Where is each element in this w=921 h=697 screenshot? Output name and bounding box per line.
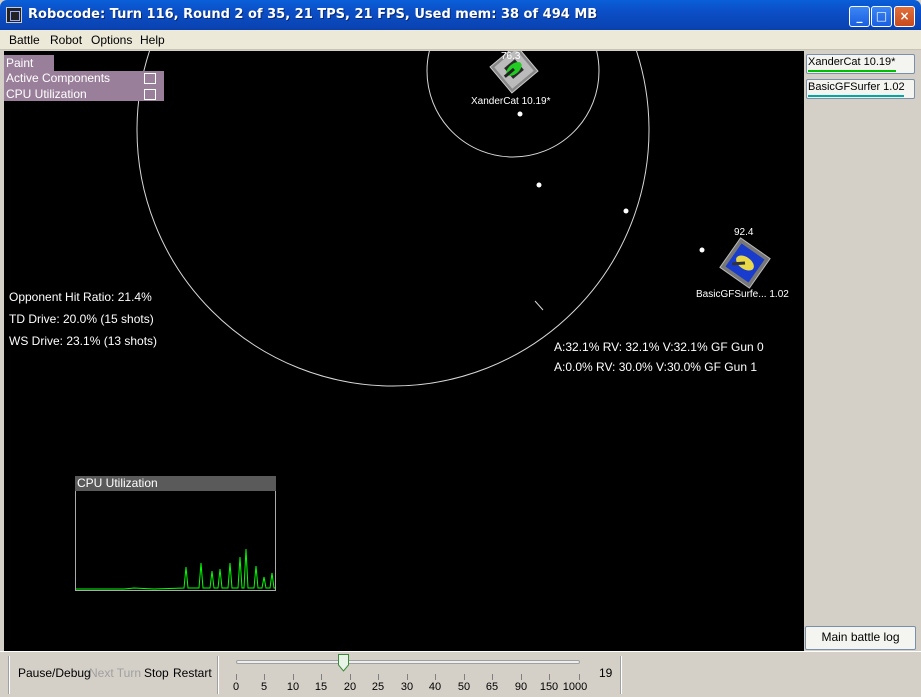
active-components-checkbox[interactable]	[144, 73, 156, 84]
tps-tick-label: 1000	[562, 681, 588, 693]
bullet	[699, 247, 705, 253]
battle-field[interactable]: XanderCat 10.19* 76.3 BasicGFSurfe... 1.…	[4, 51, 804, 651]
robot-list-panel: XanderCat 10.19* BasicGFSurfer 1.02 Main…	[804, 51, 921, 651]
wave-tick	[534, 300, 544, 311]
bullet	[536, 182, 542, 188]
cpu-utilization-checkbox[interactable]	[144, 89, 156, 100]
tps-tick-label: 25	[371, 681, 385, 693]
toolbar-separator	[8, 656, 10, 694]
bullet	[623, 208, 629, 214]
robot-energy-label: 76.3	[501, 51, 521, 62]
menu-help[interactable]: Help	[140, 33, 165, 47]
robocode-app-icon	[6, 7, 22, 23]
tps-tick-label: 150	[539, 681, 559, 693]
main-battle-log-button[interactable]: Main battle log	[805, 626, 916, 650]
cpu-utilization-panel: CPU Utilization	[75, 476, 276, 591]
tps-tick-label: 90	[514, 681, 528, 693]
tps-tick-label: 0	[232, 681, 240, 693]
menu-options[interactable]: Options	[91, 33, 132, 47]
restart-button[interactable]: Restart	[173, 666, 212, 680]
tps-tick-label: 30	[400, 681, 414, 693]
robot-energy-label: 92.4	[734, 227, 754, 238]
stop-button[interactable]: Stop	[144, 666, 169, 680]
minimize-button[interactable]: _	[849, 6, 870, 27]
tps-slider-ticks	[236, 674, 580, 680]
toolbar-separator	[217, 656, 219, 694]
energy-bar	[808, 95, 904, 97]
cpu-utilization-graph	[75, 491, 276, 591]
tps-value: 19	[599, 666, 613, 680]
cpu-utilization-title: CPU Utilization	[75, 476, 276, 491]
robot-button-label: BasicGFSurfer 1.02	[808, 81, 905, 93]
maximize-button[interactable]: □	[871, 6, 892, 27]
robot-button-xandercat[interactable]: XanderCat 10.19*	[806, 54, 915, 74]
tps-tick-label: 50	[457, 681, 471, 693]
tps-slider-thumb[interactable]	[338, 654, 349, 672]
tps-tick-label: 65	[485, 681, 499, 693]
toolbar-separator	[620, 656, 622, 694]
paint-tab[interactable]: Paint	[4, 55, 54, 71]
robot-button-basicgfsurfer[interactable]: BasicGFSurfer 1.02	[806, 79, 915, 99]
wave-circle-large	[136, 51, 650, 387]
energy-bar	[808, 70, 896, 72]
paint-option-label: CPU Utilization	[6, 87, 87, 101]
menu-battle[interactable]: Battle	[9, 33, 40, 47]
stat-td-drive: TD Drive: 20.0% (15 shots)	[9, 312, 154, 326]
tps-slider-track[interactable]	[236, 660, 580, 664]
stat-ws-drive: WS Drive: 23.1% (13 shots)	[9, 334, 158, 348]
menu-robot[interactable]: Robot	[50, 33, 82, 47]
paint-option-label: Active Components	[6, 71, 111, 85]
robot-name-label: XanderCat 10.19*	[471, 96, 551, 107]
close-button[interactable]: ×	[894, 6, 915, 27]
paint-options: Active Components CPU Utilization	[4, 71, 164, 101]
window-title: Robocode: Turn 116, Round 2 of 35, 21 TP…	[28, 7, 598, 22]
pause-debug-button[interactable]: Pause/Debug	[18, 666, 91, 680]
robot-name-label: BasicGFSurfe... 1.02	[696, 289, 789, 300]
tps-tick-label: 40	[428, 681, 442, 693]
stat-gf-gun-1: A:0.0% RV: 30.0% V:30.0% GF Gun 1	[554, 360, 757, 374]
bullet	[517, 111, 523, 117]
menu-bar: Battle Robot Options Help	[0, 30, 921, 50]
control-toolbar: Pause/Debug Next Turn Stop Restart 0 5 1…	[0, 651, 921, 697]
tps-tick-label: 15	[314, 681, 328, 693]
tps-tick-label: 5	[260, 681, 268, 693]
tps-tick-label: 20	[343, 681, 357, 693]
next-turn-button[interactable]: Next Turn	[89, 666, 141, 680]
title-bar: Robocode: Turn 116, Round 2 of 35, 21 TP…	[0, 0, 921, 30]
stat-gf-gun-0: A:32.1% RV: 32.1% V:32.1% GF Gun 0	[554, 340, 764, 354]
stat-opponent-hit-ratio: Opponent Hit Ratio: 21.4%	[9, 290, 152, 304]
tps-tick-label: 10	[286, 681, 300, 693]
robot-button-label: XanderCat 10.19*	[808, 56, 896, 68]
robot-basicgfsurfer	[719, 237, 771, 289]
